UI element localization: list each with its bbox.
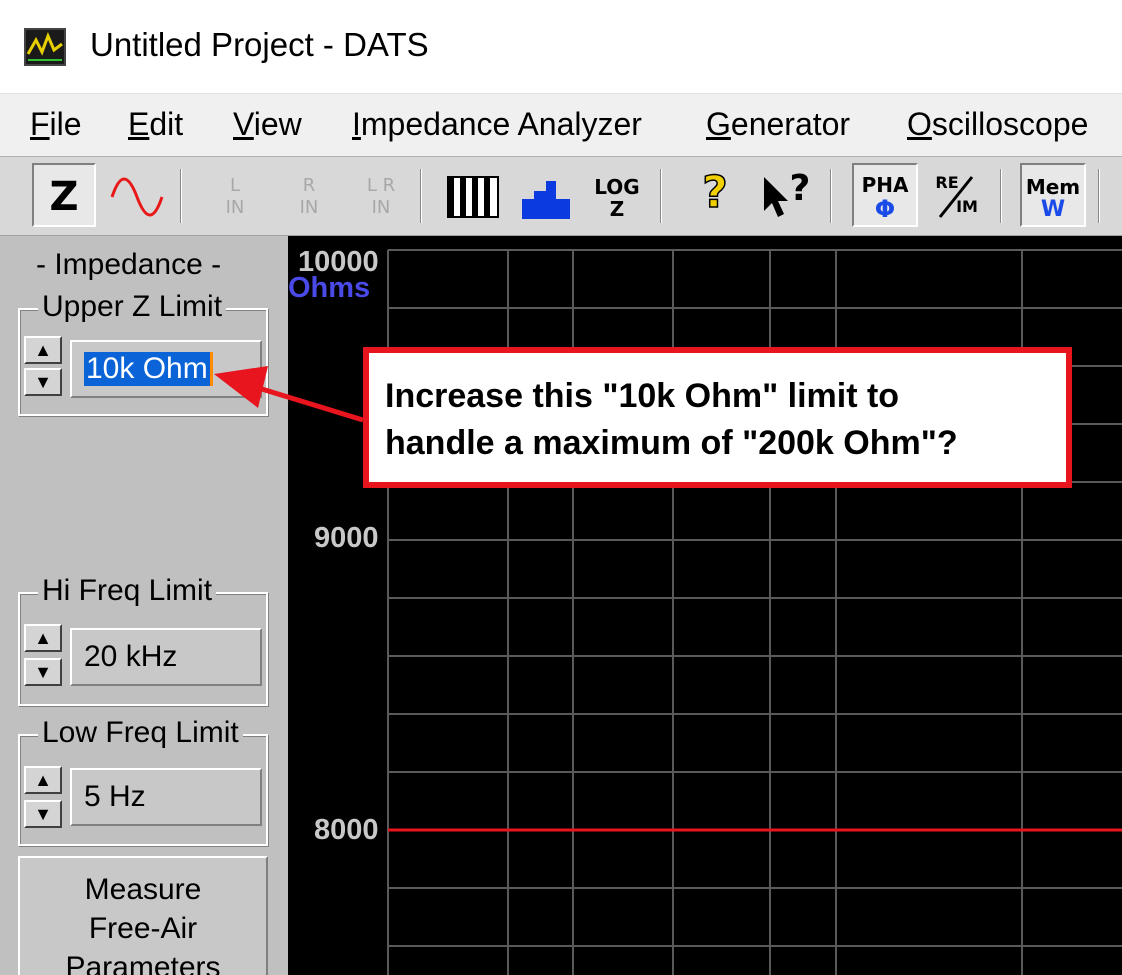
callout-arrow: [214, 366, 364, 423]
